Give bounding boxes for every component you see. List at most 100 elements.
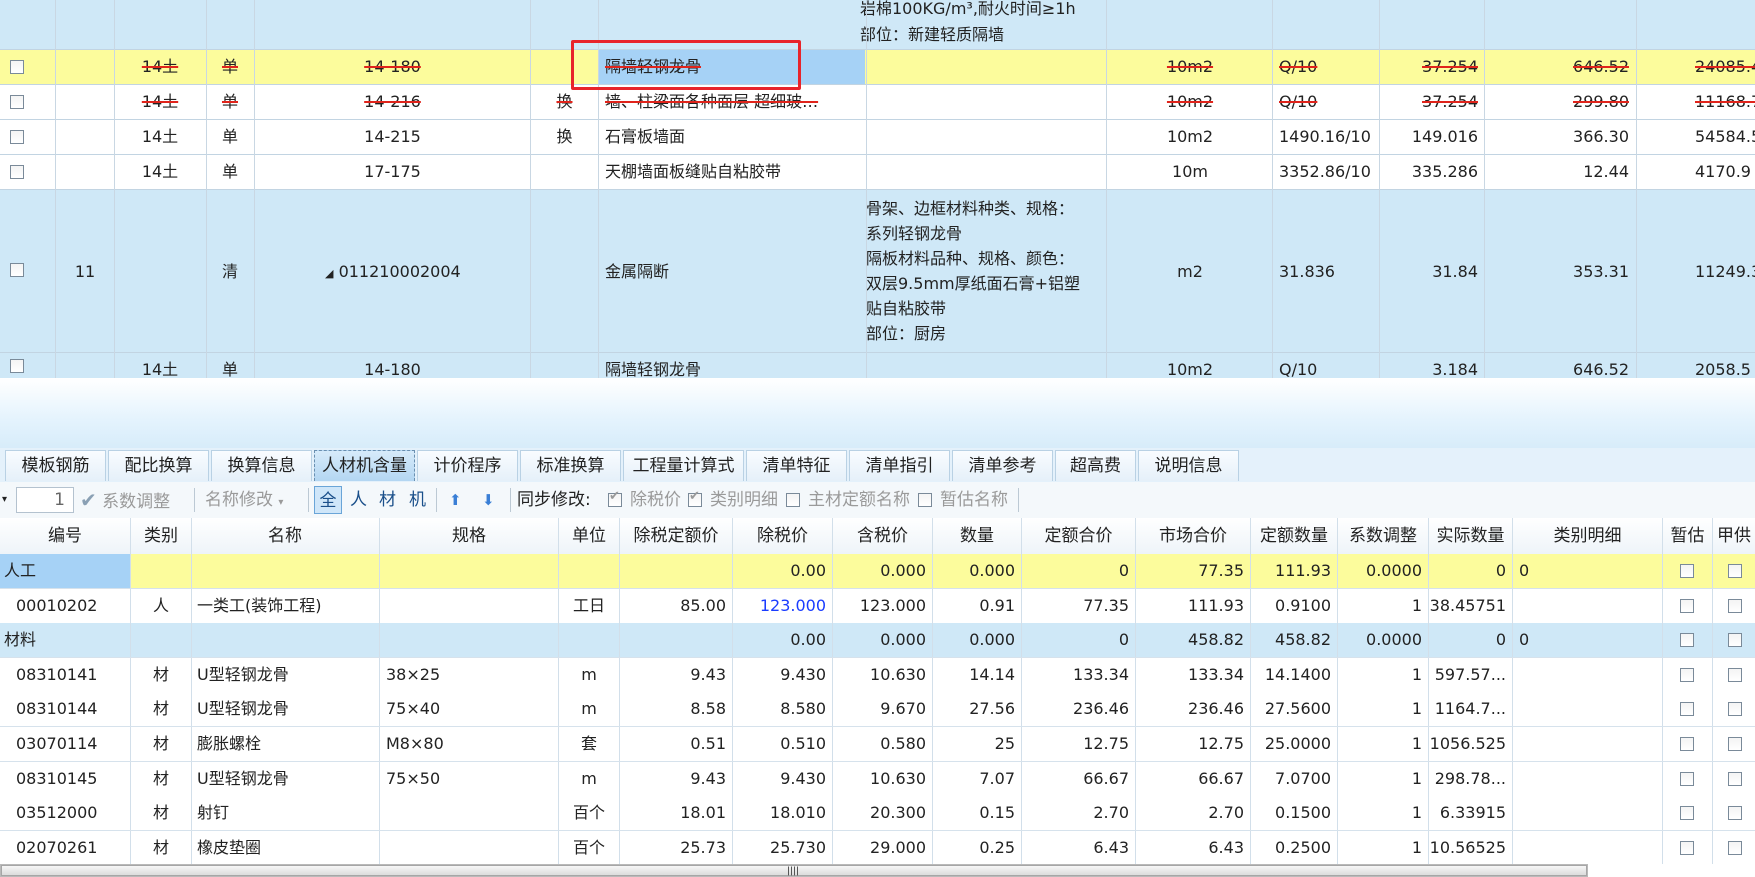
table-row[interactable]: 08310141 材 U型轻钢龙骨 38×25 m 9.43 9.430 10.630 14.1… xyxy=(0,657,1755,693)
row-checkbox[interactable] xyxy=(10,359,24,373)
spec-cell xyxy=(380,796,559,831)
column-header[interactable]: 单位 xyxy=(559,518,620,554)
unit-cell: 百个 xyxy=(559,796,620,831)
tab-3[interactable]: 人材机含量 xyxy=(314,450,415,481)
group-cell: 0.000 xyxy=(833,623,933,658)
name-cell: U型轻钢龙骨 xyxy=(191,761,380,796)
column-header[interactable]: 类别明细 xyxy=(1513,518,1663,554)
move-up-icon[interactable]: ⬆ xyxy=(449,482,462,518)
table-row[interactable]: 08310144 材 U型轻钢龙骨 75×40 m 8.58 8.580 9.670 27.56… xyxy=(0,692,1755,728)
filter-labor-button[interactable]: 人 xyxy=(350,482,367,518)
filter-machine-button[interactable]: 机 xyxy=(409,482,426,518)
tab-6[interactable]: 工程量计算式 xyxy=(623,450,744,481)
owner-supply-checkbox[interactable] xyxy=(1728,840,1742,855)
column-header[interactable]: 实际数量 xyxy=(1429,518,1513,554)
estimate-checkbox[interactable] xyxy=(1680,598,1694,613)
table-row[interactable]: 03070114 材膨胀螺栓 M8×80 套 0.51 0.510 0.580 25 12.75… xyxy=(0,727,1755,762)
sync-main-material-checkbox[interactable] xyxy=(786,493,800,507)
owner-supply-checkbox[interactable] xyxy=(1728,702,1742,717)
column-header[interactable]: 名称 xyxy=(191,518,380,554)
owner-supply-checkbox[interactable] xyxy=(1728,598,1742,613)
tab-1[interactable]: 配比换算 xyxy=(108,450,209,481)
column-header[interactable]: 定额合价 xyxy=(1022,518,1136,554)
sync-category-detail-checkbox[interactable]: ✔ xyxy=(688,489,702,507)
table-row[interactable]: 14土 单 14-215 换 石膏板墙面 10m2 1490.16/10 149.016 366… xyxy=(0,120,1755,155)
column-header[interactable]: 编号 xyxy=(0,518,131,554)
row-checkbox[interactable] xyxy=(10,130,24,144)
owner-supply-checkbox[interactable] xyxy=(1728,771,1742,786)
unit-cell: 10m2 xyxy=(1166,57,1214,76)
estimate-checkbox[interactable] xyxy=(1680,702,1694,717)
column-header[interactable]: 类别 xyxy=(131,518,192,554)
column-header[interactable]: 暂估 xyxy=(1663,518,1713,554)
owner-supply-checkbox[interactable] xyxy=(1728,667,1742,682)
coef-cell: 1 xyxy=(1338,830,1429,864)
table-row[interactable]: 14土 单 17-175 天棚墙面板缝贴自粘胶带 10m 3352.86/10 335.28… xyxy=(0,155,1755,190)
filter-all-button[interactable]: 全 xyxy=(314,486,342,514)
tab-5[interactable]: 标准换算 xyxy=(520,450,621,481)
collapse-triangle-icon[interactable]: ◢ xyxy=(325,267,333,280)
row-checkbox[interactable] xyxy=(10,95,24,109)
table-row-qd[interactable]: 11 清 ◢ 011210002004 金属隔断 骨架、边框材料种类、规格： 系… xyxy=(0,190,1755,353)
estimate-checkbox[interactable] xyxy=(1680,771,1694,786)
tab-7[interactable]: 清单特征 xyxy=(746,450,847,481)
tab-0[interactable]: 模板钢筋 xyxy=(5,450,106,481)
table-row[interactable]: 14土 单 14-180 隔墙轻钢龙骨 10m2 Q/10 3.184 646.… xyxy=(0,353,1755,378)
estimate-checkbox[interactable] xyxy=(1680,737,1694,751)
splitter-band[interactable] xyxy=(0,378,1755,448)
column-header[interactable]: 数量 xyxy=(933,518,1022,554)
p1-cell: 9.43 xyxy=(620,657,733,692)
column-header[interactable]: 规格 xyxy=(380,518,559,554)
t2-cell: 66.67 xyxy=(1136,761,1251,796)
expr-cell: Q/10 xyxy=(1279,360,1318,378)
row-checkbox[interactable] xyxy=(10,263,24,277)
column-header[interactable]: 定额数量 xyxy=(1251,518,1338,554)
tab-9[interactable]: 清单参考 xyxy=(952,450,1053,481)
tab-4[interactable]: 计价程序 xyxy=(417,450,518,481)
owner-supply-checkbox[interactable] xyxy=(1728,806,1742,821)
tab-8[interactable]: 清单指引 xyxy=(849,450,950,481)
column-header[interactable]: 系数调整 xyxy=(1338,518,1429,554)
p2-cell: 18.010 xyxy=(733,796,833,831)
tab-2[interactable]: 换算信息 xyxy=(211,450,312,481)
sync-tax-price-checkbox[interactable]: ✔ xyxy=(608,489,622,507)
table-row[interactable]: 14土 单 14-216 换 墙、柱梁面各种面层 超细玻… 10m2 Q/10 37.254 2… xyxy=(0,85,1755,120)
owner-supply-checkbox[interactable] xyxy=(1728,737,1742,751)
t1-cell: 6.43 xyxy=(1022,830,1136,864)
table-row[interactable]: 08310145 材 U型轻钢龙骨 75×50 m 9.43 9.430 10.630 7.07… xyxy=(0,761,1755,797)
column-header[interactable]: 含税价 xyxy=(833,518,933,554)
table-row[interactable]: 14土单 14-180 隔墙轻钢龙骨 10m2 Q/10 37.254 646.52 2408… xyxy=(0,50,1755,85)
group-row[interactable]: 材料 0.00 0.000 0.000 0 458.82 458.82 0.0000 0 0 xyxy=(0,623,1755,659)
table-row[interactable]: 00010202 人一类工(装饰工程) 工日 85.00 123.000 123.000 0… xyxy=(0,588,1755,624)
coef-adjust-button[interactable]: ✔ 系数调整 xyxy=(80,482,170,518)
estimate-checkbox[interactable] xyxy=(1680,667,1694,682)
column-header[interactable]: 市场合价 xyxy=(1136,518,1251,554)
estimate-checkbox[interactable] xyxy=(1680,633,1694,648)
toolbar-drop-arrow-icon[interactable]: ▾ xyxy=(2,482,7,518)
estimate-checkbox[interactable] xyxy=(1680,840,1694,855)
tab-10[interactable]: 超高费 xyxy=(1055,450,1136,481)
row-checkbox[interactable] xyxy=(10,60,24,74)
scrollbar-thumb[interactable] xyxy=(1,865,1587,876)
owner-supply-checkbox[interactable] xyxy=(1728,564,1742,578)
tab-11[interactable]: 说明信息 xyxy=(1138,450,1239,481)
column-header[interactable]: 除税定额价 xyxy=(620,518,733,554)
table-row[interactable]: 02070261 材橡皮垫圈 百个 25.73 25.730 29.000 0.25 6.43… xyxy=(0,830,1755,864)
table-row-partial[interactable]: 岩棉100KG/m³,耐火时间≥1h 部位：新建轻质隔墙 xyxy=(0,0,1755,50)
t1-cell: 2.70 xyxy=(1022,796,1136,831)
table-row[interactable]: 03512000 材射钉 百个 18.01 18.010 20.300 0.15 2.70 2.… xyxy=(0,796,1755,832)
estimate-checkbox[interactable] xyxy=(1680,564,1694,578)
column-header[interactable]: 除税价 xyxy=(733,518,833,554)
coefficient-spinner[interactable]: 1 xyxy=(16,487,74,513)
sync-estimate-name-checkbox[interactable] xyxy=(918,493,932,507)
estimate-checkbox[interactable] xyxy=(1680,806,1694,821)
group-row[interactable]: 人工 0.00 0.000 0.000 0 77.35 111.93 0.0000 0 0 xyxy=(0,554,1755,589)
row-checkbox[interactable] xyxy=(10,165,24,179)
bottom-horizontal-scrollbar[interactable] xyxy=(0,864,1588,877)
move-down-icon[interactable]: ⬇ xyxy=(482,482,495,518)
code-cell[interactable]: ◢ 011210002004 xyxy=(325,190,525,353)
owner-supply-checkbox[interactable] xyxy=(1728,633,1742,648)
filter-material-button[interactable]: 材 xyxy=(379,482,396,518)
column-header[interactable]: 甲供 xyxy=(1713,518,1755,554)
rename-button[interactable]: 名称修改 ▾ xyxy=(205,482,283,518)
